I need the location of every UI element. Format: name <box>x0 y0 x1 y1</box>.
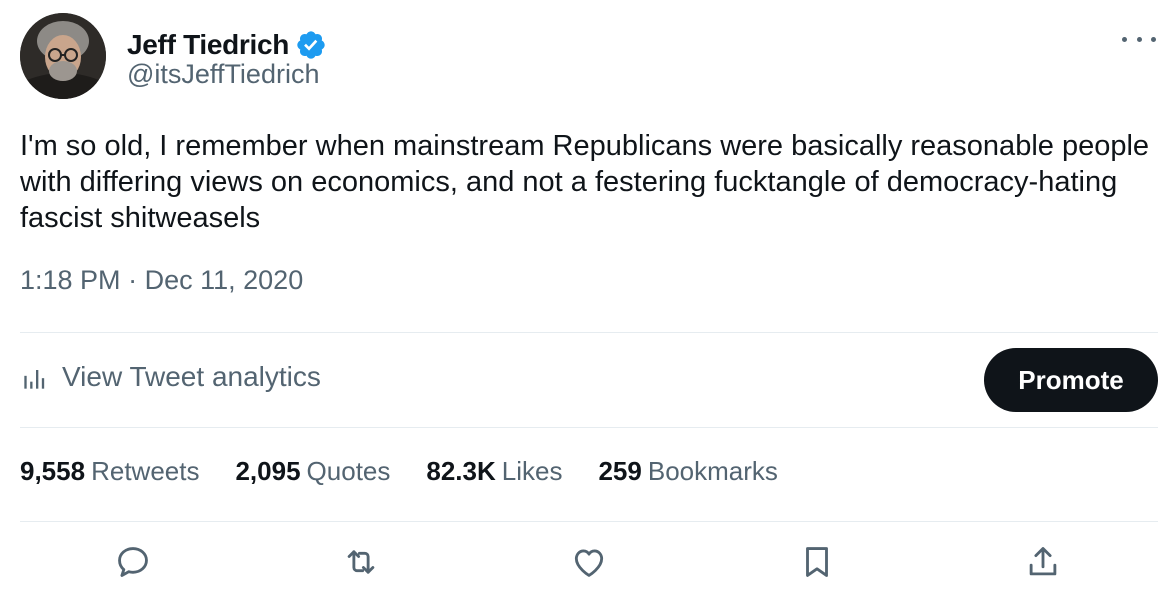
retweets-stat[interactable]: 9,558 Retweets <box>20 456 199 487</box>
divider <box>20 332 1158 333</box>
tweet-actions-bar <box>0 540 1176 590</box>
stat-label: Likes <box>501 456 563 486</box>
tweet-date[interactable]: Dec 11, 2020 <box>145 265 304 295</box>
bar-chart-icon <box>24 370 45 389</box>
more-options-icon <box>1122 36 1127 42</box>
divider <box>20 427 1158 428</box>
share-button[interactable] <box>1021 540 1065 584</box>
stat-label: Retweets <box>91 456 200 486</box>
promote-button[interactable]: Promote <box>984 348 1158 412</box>
stat-value: 2,095 <box>235 456 301 486</box>
like-button[interactable] <box>567 540 611 584</box>
stat-value: 82.3K <box>426 456 496 486</box>
retweet-icon <box>347 550 375 574</box>
tweet-timestamp: 1:18 PM · Dec 11, 2020 <box>20 265 303 296</box>
retweet-button[interactable] <box>339 540 383 584</box>
more-options-button[interactable] <box>1122 29 1156 49</box>
bookmark-button[interactable] <box>795 540 839 584</box>
quotes-stat[interactable]: 2,095 Quotes <box>235 456 390 487</box>
bookmarks-stat[interactable]: 259 Bookmarks <box>598 456 777 487</box>
view-analytics-label: View Tweet analytics <box>62 361 321 392</box>
author-name-row: Jeff Tiedrich <box>127 29 327 61</box>
stat-label: Quotes <box>306 456 391 486</box>
stat-label: Bookmarks <box>647 456 778 486</box>
stat-value: 9,558 <box>20 456 86 486</box>
reply-icon <box>118 547 148 577</box>
tweet-text: I'm so old, I remember when mainstream R… <box>20 130 1150 234</box>
view-analytics-link[interactable]: View Tweet analytics <box>22 361 321 393</box>
timestamp-separator: · <box>128 265 138 295</box>
likes-stat[interactable]: 82.3K Likes <box>426 456 562 487</box>
bookmark-icon <box>806 547 828 577</box>
tweet-header: Jeff Tiedrich @itsJeffTiedrich <box>20 13 1160 103</box>
like-icon <box>574 549 604 577</box>
verified-badge-icon <box>297 31 325 59</box>
reply-button[interactable] <box>111 540 155 584</box>
divider <box>20 521 1158 522</box>
avatar[interactable] <box>20 13 106 99</box>
author-name[interactable]: Jeff Tiedrich <box>127 29 289 61</box>
stat-value: 259 <box>598 456 642 486</box>
author-handle[interactable]: @itsJeffTiedrich <box>127 59 319 90</box>
share-icon <box>1029 547 1057 576</box>
tweet-time[interactable]: 1:18 PM <box>20 265 121 295</box>
engagement-stats: 9,558 Retweets 2,095 Quotes 82.3K Likes 259… <box>20 456 814 487</box>
